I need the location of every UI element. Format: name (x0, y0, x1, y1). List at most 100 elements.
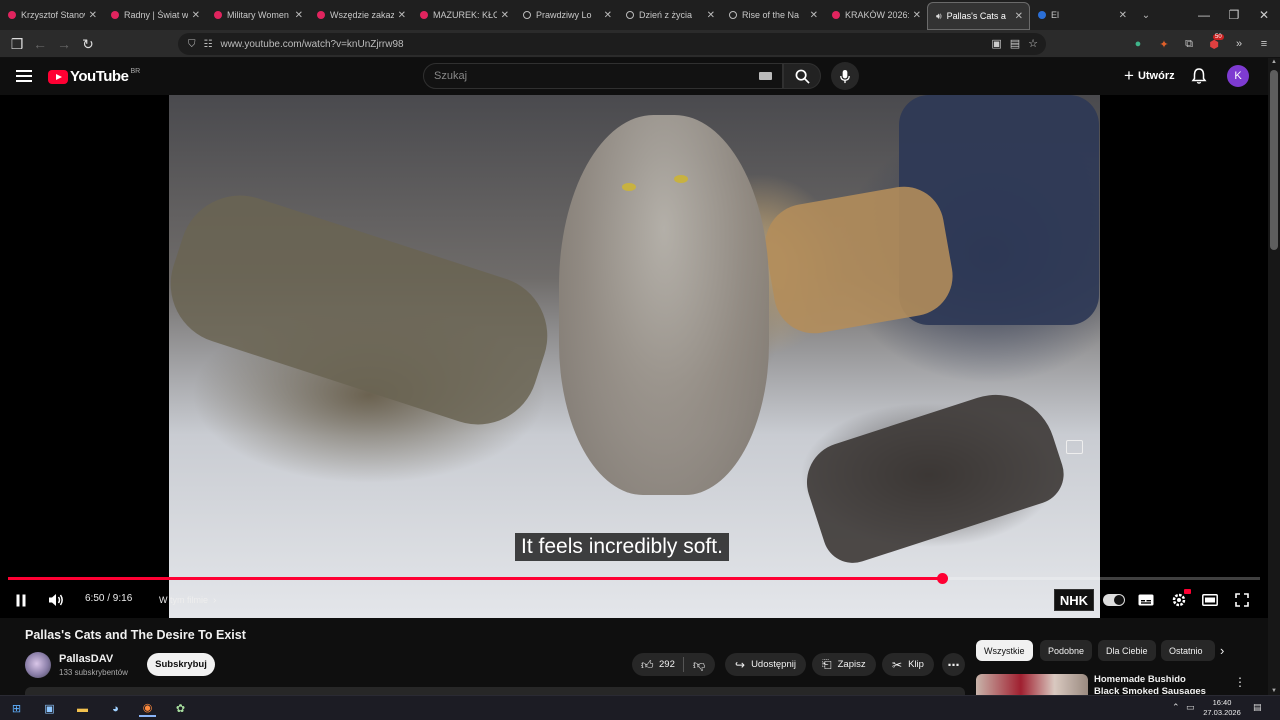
browser-tab[interactable]: KRAKÓW 2026: no ✕ (824, 0, 927, 30)
autoplay-toggle[interactable] (1103, 594, 1125, 606)
like-icon[interactable]: 👍︎ (641, 658, 654, 673)
search-button[interactable] (783, 63, 821, 89)
nhk-brand-badge[interactable]: NHK (1054, 589, 1094, 611)
reader-icon[interactable]: ▤ (1010, 37, 1020, 50)
tab-close-icon[interactable]: ✕ (810, 10, 818, 21)
chip-related[interactable]: Podobne (1040, 640, 1093, 661)
account-avatar[interactable]: K (1227, 65, 1249, 87)
volume-button[interactable] (46, 590, 66, 610)
tab-close-icon[interactable]: ✕ (1119, 10, 1127, 21)
chip-for-you[interactable]: Dla Ciebie (1098, 640, 1156, 661)
voice-search-button[interactable] (831, 62, 859, 90)
clip-button[interactable]: ✂ Klip (882, 653, 934, 676)
scroll-down-arrow-icon[interactable]: ▼ (1271, 688, 1277, 694)
menu-hamburger-icon[interactable] (16, 70, 32, 82)
tray-chevron-icon[interactable]: ⌃ (1172, 702, 1180, 713)
browser-tab[interactable]: Military Women Vs ✕ (206, 0, 309, 30)
network-icon[interactable]: ▭ (1186, 702, 1195, 713)
subscriber-count: 133 subskrybentów (59, 668, 128, 677)
save-bookmark-icon: ⎗ (822, 657, 832, 671)
monitor-app-icon[interactable]: ▣ (41, 700, 58, 717)
tab-close-icon[interactable]: ✕ (295, 10, 303, 21)
recommendation-more-icon[interactable]: ⋮ (1234, 675, 1246, 689)
more-tools-icon[interactable]: » (1231, 36, 1247, 52)
dislike-icon[interactable]: 👎︎ (693, 658, 705, 673)
page-scrollbar[interactable]: ▲ ▼ (1268, 58, 1280, 695)
scroll-up-arrow-icon[interactable]: ▲ (1271, 59, 1277, 65)
chip-recent[interactable]: Ostatnio (1161, 640, 1215, 661)
tab-close-icon[interactable]: ✕ (501, 10, 509, 21)
browser-tab[interactable]: El ✕ (1030, 0, 1133, 30)
search-input[interactable]: Szukaj (423, 63, 783, 89)
create-button[interactable]: + Utwórz (1116, 63, 1183, 89)
progress-bar[interactable] (8, 573, 1260, 584)
system-clock[interactable]: 16:40 27.03.2026 (1200, 698, 1244, 718)
captions-button[interactable] (1137, 590, 1155, 610)
channel-name[interactable]: PallasDAV (59, 653, 113, 665)
tab-close-icon[interactable]: ✕ (398, 10, 406, 21)
bookmark-star-icon[interactable]: ☆ (1028, 37, 1038, 50)
back-icon[interactable]: ← (31, 35, 49, 53)
site-info-icon[interactable]: ⛉ (188, 39, 196, 50)
browser-tab[interactable]: 🔊︎ Pallas's Cats a ✕ (927, 2, 1030, 30)
browser-tab[interactable]: Dzień z życia ✕ (618, 0, 721, 30)
notifications-bell-icon[interactable] (1190, 67, 1208, 85)
subscribe-button[interactable]: Subskrybuj (147, 653, 215, 676)
save-button[interactable]: ⎗ Zapisz (812, 653, 876, 676)
reload-icon[interactable]: ↻ (79, 35, 97, 53)
minimize-icon[interactable]: — (1188, 0, 1220, 30)
share-button[interactable]: ↪ Udostępnij (725, 653, 806, 676)
tab-close-icon[interactable]: ✕ (913, 10, 921, 21)
theater-mode-button[interactable] (1201, 590, 1219, 610)
tab-close-icon[interactable]: ✕ (707, 10, 715, 21)
youtube-logo[interactable]: YouTube BR (48, 68, 140, 85)
browser-tab[interactable]: Radny | Świat według ✕ (103, 0, 206, 30)
chips-next-chevron-icon[interactable]: › (1220, 643, 1224, 658)
browser-tab-label: Military Women Vs (227, 10, 291, 20)
keyboard-icon[interactable] (759, 72, 772, 80)
pause-button[interactable] (12, 590, 30, 610)
tab-close-icon[interactable]: ✕ (89, 10, 97, 21)
scrollbar-thumb[interactable] (1270, 70, 1278, 250)
steam-icon[interactable]: ◕ (107, 700, 124, 717)
browser-tab[interactable]: Rise of the Na ✕ (721, 0, 824, 30)
tab-close-icon[interactable]: ✕ (1015, 11, 1023, 22)
workspaces-icon[interactable]: ❒ (8, 35, 26, 53)
browser-tab[interactable]: Wszędzie zakazy i ✕ (309, 0, 412, 30)
channel-avatar[interactable] (25, 652, 51, 678)
description-box[interactable] (25, 687, 965, 695)
url-text: www.youtube.com/watch?v=knUnZjrrw98 (220, 38, 404, 50)
video-scene-cat (559, 115, 769, 495)
browser-tab[interactable]: MAZUREK: KŁODZ ✕ (412, 0, 515, 30)
pip-icon[interactable]: ▣ (991, 37, 1001, 50)
fullscreen-button[interactable] (1233, 590, 1251, 610)
browser-tab[interactable]: Prawdziwy Lo ✕ (515, 0, 618, 30)
windows-start-icon[interactable]: ⊞ (8, 700, 25, 717)
tab-close-icon[interactable]: ✕ (192, 10, 200, 21)
chip-all[interactable]: Wszystkie (976, 640, 1033, 661)
extensions-puzzle-icon[interactable]: ⧉ (1181, 36, 1197, 52)
url-bar[interactable]: ⛉ ☷ www.youtube.com/watch?v=knUnZjrrw98 … (178, 33, 1046, 55)
browser-menu-icon[interactable]: ≡ (1256, 36, 1272, 52)
chapter-button[interactable]: W tym filmie › (151, 590, 224, 610)
recommendation-title[interactable]: Homemade Bushido Black Smoked Sausages i… (1094, 674, 1212, 694)
tab-close-icon[interactable]: ✕ (604, 10, 612, 21)
browser-tab[interactable]: Krzysztof Stanowski ✕ (0, 0, 103, 30)
file-explorer-icon[interactable]: ▬ (74, 700, 91, 717)
forward-icon[interactable]: → (55, 35, 73, 53)
firefox-icon[interactable]: ◉ (139, 700, 156, 717)
notifications-icon[interactable]: ▤ (1253, 702, 1262, 713)
tune-icon[interactable]: ☷ (204, 39, 213, 50)
more-actions-button[interactable]: ⋯ (942, 653, 965, 676)
settings-button[interactable] (1169, 589, 1191, 610)
like-count[interactable]: 292 (659, 659, 675, 670)
maximize-icon[interactable]: ❐ (1218, 0, 1250, 30)
country-code: BR (130, 68, 141, 75)
shield-extension-icon[interactable]: ● (1130, 36, 1146, 52)
fox-extension-icon[interactable]: ✦ (1156, 36, 1172, 52)
miniplayer-icon[interactable] (1066, 440, 1083, 454)
tab-list-chevron-icon[interactable]: ⌄ (1133, 10, 1159, 21)
close-window-icon[interactable]: ✕ (1248, 0, 1280, 30)
recommendation-thumbnail[interactable] (976, 674, 1088, 696)
app-icon[interactable]: ✿ (172, 700, 189, 717)
